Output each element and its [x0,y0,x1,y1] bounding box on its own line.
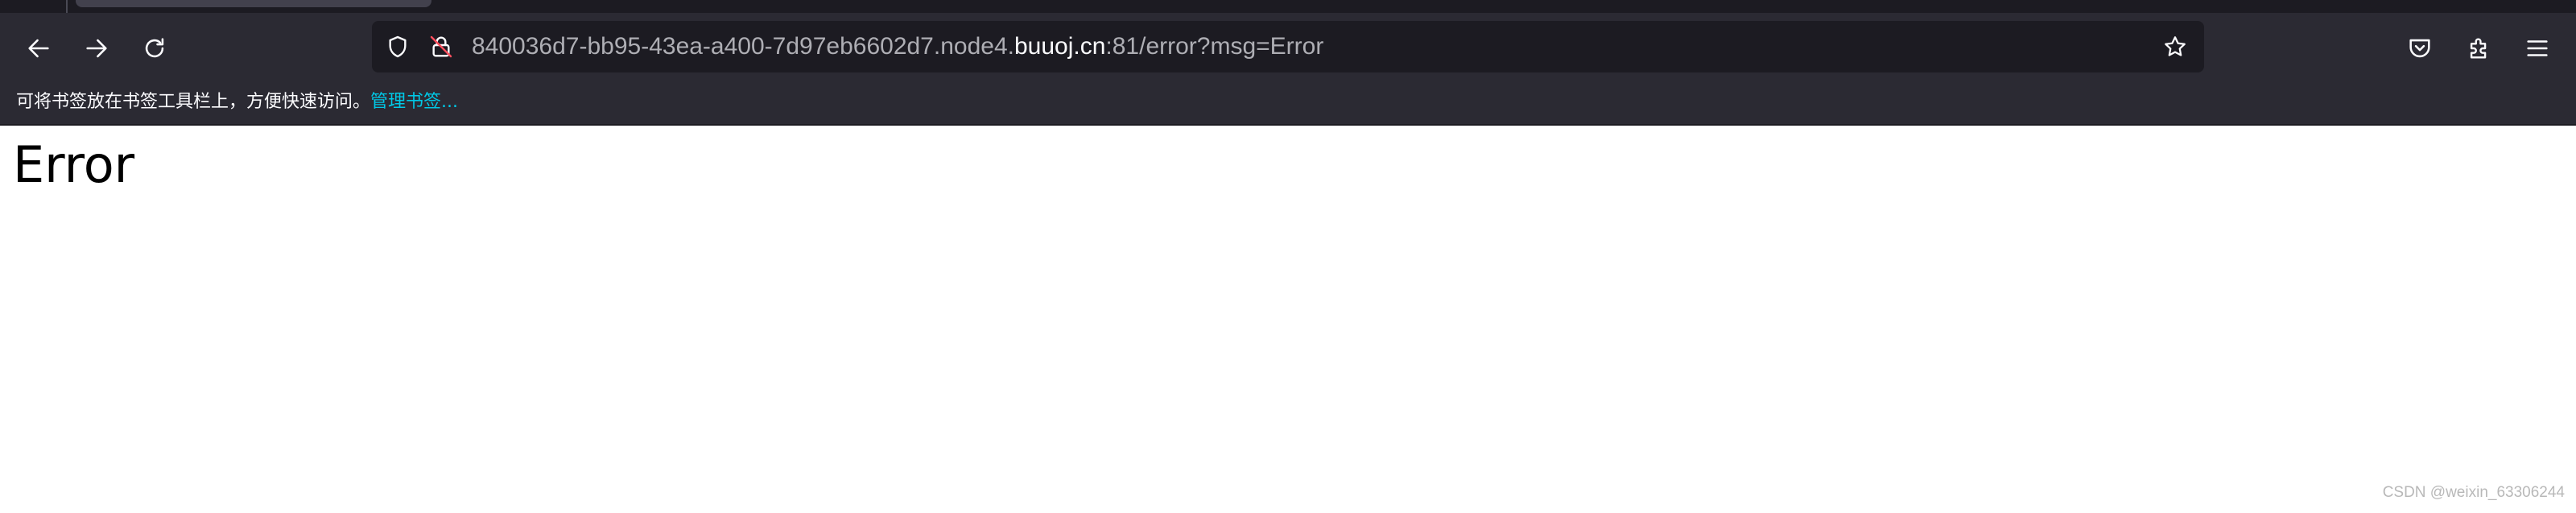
bookmarks-hint-text: 可将书签放在书签工具栏上，方便快速访问。 [16,92,371,112]
navigation-toolbar: 840036d7-bb95-43ea-a400-7d97eb6602d7.nod… [0,13,2576,81]
extensions-icon [2470,38,2487,59]
forward-button[interactable] [74,29,119,68]
manage-bookmarks-link[interactable]: 管理书签... [370,92,458,112]
tab-strip [0,0,2576,13]
extensions-button[interactable] [2457,29,2502,68]
arrow-left-icon [28,39,49,58]
pocket-icon [2409,39,2430,58]
bookmarks-toolbar: 可将书签放在书签工具栏上，方便快速访问。管理书签... [0,81,2576,126]
bookmark-page-button[interactable] [2161,32,2190,61]
bookmark-star-icon [2165,36,2186,56]
address-bar[interactable]: 840036d7-bb95-43ea-a400-7d97eb6602d7.nod… [372,21,2204,72]
pocket-button[interactable] [2397,29,2442,68]
reload-icon [145,38,164,58]
site-security-button[interactable] [427,32,456,61]
menu-icon [2527,40,2548,56]
insecure-lock-icon [430,35,452,58]
url-text[interactable]: 840036d7-bb95-43ea-a400-7d97eb6602d7.nod… [472,21,1323,72]
arrow-right-icon [86,39,107,58]
page-title: Error [13,135,135,194]
page-content: Error CSDN @weixin_63306244 [0,126,2576,513]
back-button[interactable] [16,29,61,68]
url-host: buuoj.cn [1013,33,1106,60]
reload-button[interactable] [132,29,177,68]
app-menu-button[interactable] [2515,29,2560,68]
bookmarks-hint: 可将书签放在书签工具栏上，方便快速访问。管理书签... [16,81,458,124]
active-tab[interactable] [76,0,431,7]
tracking-shield-icon [389,35,407,58]
url-suffix: :81/error?msg=Error [1105,33,1324,60]
url-prefix: 840036d7-bb95-43ea-a400-7d97eb6602d7.nod… [472,33,1014,60]
tab-separator [66,0,68,13]
watermark: CSDN @weixin_63306244 [2382,484,2565,501]
tracking-protection-button[interactable] [383,32,412,61]
